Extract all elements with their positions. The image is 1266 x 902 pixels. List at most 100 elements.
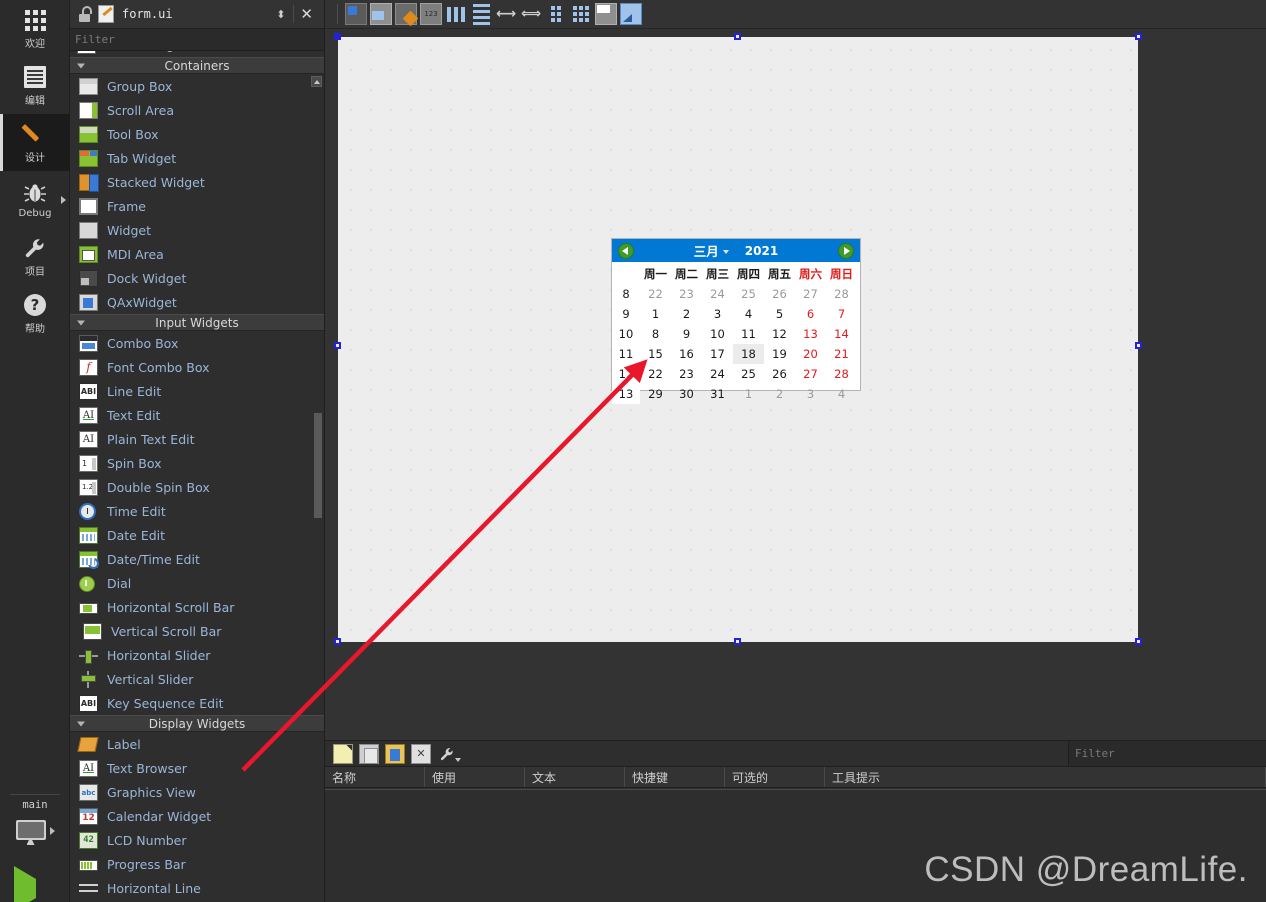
- calendar-day[interactable]: 25: [733, 284, 764, 304]
- widget-item-combo-box[interactable]: Combo Box: [70, 331, 324, 355]
- scrollbar-thumb[interactable]: [314, 413, 322, 518]
- widget-item-lcd-number[interactable]: 42 LCD Number: [70, 828, 324, 852]
- widget-item-vertical-slider[interactable]: Vertical Slider: [70, 667, 324, 691]
- widget-item-dial[interactable]: Dial: [70, 571, 324, 595]
- calendar-day[interactable]: 3: [795, 384, 826, 404]
- new-action-button[interactable]: [333, 743, 353, 764]
- target-selector-button[interactable]: [0, 811, 70, 851]
- widget-item-qaxwidget[interactable]: QAxWidget: [70, 290, 324, 314]
- calendar-day[interactable]: 27: [795, 364, 826, 384]
- calendar-day[interactable]: 12: [764, 324, 795, 344]
- run-button[interactable]: [0, 866, 70, 902]
- splitter-horizontal-button[interactable]: ⟷: [495, 3, 517, 25]
- widget-item-key-sequence-edit[interactable]: ABI Key Sequence Edit: [70, 691, 324, 715]
- paste-action-button[interactable]: [385, 743, 405, 764]
- widget-list[interactable]: Table Widget Containers Group Box Scroll…: [70, 51, 324, 902]
- form-canvas[interactable]: 三月 2021 周一 周二 周三 周四 周五 周六 周日 8 22 23 24 …: [325, 29, 1266, 740]
- column-header-checkable[interactable]: 可选的: [725, 767, 825, 787]
- column-header-shortcut[interactable]: 快捷键: [625, 767, 725, 787]
- layout-form-button[interactable]: [545, 3, 567, 25]
- calendar-day[interactable]: 21: [826, 344, 857, 364]
- calendar-day[interactable]: 19: [764, 344, 795, 364]
- calendar-day[interactable]: 24: [702, 364, 733, 384]
- resize-handle-top-left[interactable]: [334, 33, 341, 40]
- edit-buddies-button[interactable]: [395, 3, 417, 25]
- widget-item-dock-widget[interactable]: Dock Widget: [70, 266, 324, 290]
- mode-help[interactable]: ? 帮助: [0, 285, 70, 342]
- scroll-up-button[interactable]: [311, 76, 322, 87]
- calendar-day[interactable]: 26: [764, 284, 795, 304]
- widget-item-text-edit[interactable]: AI Text Edit: [70, 403, 324, 427]
- edit-widgets-button[interactable]: [345, 3, 367, 25]
- calendar-day-selected[interactable]: 18: [733, 344, 764, 364]
- chevron-right-icon[interactable]: [61, 195, 66, 204]
- widget-item-double-spin-box[interactable]: 1.2 Double Spin Box: [70, 475, 324, 499]
- column-header-name[interactable]: 名称: [325, 767, 425, 787]
- calendar-day[interactable]: 22: [640, 364, 671, 384]
- mode-debug[interactable]: Debug: [0, 171, 70, 228]
- splitter-vertical-button[interactable]: ⟺: [520, 3, 542, 25]
- widget-item-horizontal-slider[interactable]: Horizontal Slider: [70, 643, 324, 667]
- edit-tab-order-button[interactable]: 123: [420, 3, 442, 25]
- calendar-day[interactable]: 15: [640, 344, 671, 364]
- layout-horizontally-button[interactable]: [445, 3, 467, 25]
- calendar-day[interactable]: 2: [671, 304, 702, 324]
- resize-handle-middle-right[interactable]: [1135, 342, 1142, 349]
- resize-handle-bottom-right[interactable]: [1135, 638, 1142, 645]
- widget-item-widget[interactable]: Widget: [70, 218, 324, 242]
- widget-item-line-edit[interactable]: ABI Line Edit: [70, 379, 324, 403]
- calendar-widget[interactable]: 三月 2021 周一 周二 周三 周四 周五 周六 周日 8 22 23 24 …: [611, 238, 861, 404]
- widget-item-time-edit[interactable]: Time Edit: [70, 499, 324, 523]
- mode-projects[interactable]: 项目: [0, 228, 70, 285]
- calendar-day[interactable]: 3: [702, 304, 733, 324]
- widget-item-plain-text-edit[interactable]: AI Plain Text Edit: [70, 427, 324, 451]
- widget-item-group-box[interactable]: Group Box: [70, 74, 324, 98]
- calendar-day[interactable]: 14: [826, 324, 857, 344]
- arrow-right-circle-icon[interactable]: [838, 242, 854, 259]
- mode-design[interactable]: 设计: [0, 114, 70, 171]
- resize-handle-bottom-left[interactable]: [334, 638, 341, 645]
- mode-welcome[interactable]: 欢迎: [0, 0, 70, 57]
- widget-item-date-time-edit[interactable]: Date/Time Edit: [70, 547, 324, 571]
- unlock-icon[interactable]: [77, 6, 93, 22]
- widget-item-mdi-area[interactable]: MDI Area: [70, 242, 324, 266]
- widget-item-label[interactable]: Label: [70, 732, 324, 756]
- calendar-day[interactable]: 13: [795, 324, 826, 344]
- column-header-used[interactable]: 使用: [425, 767, 525, 787]
- adjust-size-button[interactable]: [620, 3, 642, 25]
- mode-edit[interactable]: 编辑: [0, 57, 70, 114]
- calendar-day[interactable]: 26: [764, 364, 795, 384]
- delete-action-button[interactable]: ✕: [411, 743, 431, 764]
- form-widget[interactable]: 三月 2021 周一 周二 周三 周四 周五 周六 周日 8 22 23 24 …: [334, 33, 1142, 645]
- calendar-day[interactable]: 23: [671, 364, 702, 384]
- calendar-day[interactable]: 30: [671, 384, 702, 404]
- widget-group-display-widgets[interactable]: Display Widgets: [70, 715, 324, 732]
- arrow-left-circle-icon[interactable]: [618, 242, 634, 259]
- layout-grid-button[interactable]: [570, 3, 592, 25]
- column-header-text[interactable]: 文本: [525, 767, 625, 787]
- edit-signals-slots-button[interactable]: [370, 3, 392, 25]
- calendar-day[interactable]: 22: [640, 284, 671, 304]
- calendar-day[interactable]: 20: [795, 344, 826, 364]
- widget-item-horizontal-scroll-bar[interactable]: Horizontal Scroll Bar: [70, 595, 324, 619]
- calendar-day[interactable]: 5: [764, 304, 795, 324]
- widget-item-font-combo-box[interactable]: f Font Combo Box: [70, 355, 324, 379]
- calendar-day[interactable]: 9: [671, 324, 702, 344]
- calendar-year-selector[interactable]: 2021: [745, 244, 778, 258]
- widget-item-horizontal-line[interactable]: Horizontal Line: [70, 876, 324, 900]
- calendar-day[interactable]: 27: [795, 284, 826, 304]
- calendar-day[interactable]: 28: [826, 284, 857, 304]
- widget-item-calendar-widget[interactable]: 12 Calendar Widget: [70, 804, 324, 828]
- calendar-grid[interactable]: 周一 周二 周三 周四 周五 周六 周日 8 22 23 24 25 26 27…: [612, 262, 860, 404]
- calendar-day[interactable]: 2: [764, 384, 795, 404]
- widget-item-progress-bar[interactable]: Progress Bar: [70, 852, 324, 876]
- calendar-day[interactable]: 17: [702, 344, 733, 364]
- calendar-day[interactable]: 24: [702, 284, 733, 304]
- open-file-name[interactable]: form.ui: [122, 7, 268, 21]
- resize-handle-bottom-center[interactable]: [734, 638, 741, 645]
- calendar-day[interactable]: 29: [640, 384, 671, 404]
- widget-group-input-widgets[interactable]: Input Widgets: [70, 314, 324, 331]
- calendar-day[interactable]: 16: [671, 344, 702, 364]
- widget-item-stacked-widget[interactable]: Stacked Widget: [70, 170, 324, 194]
- widget-item-date-edit[interactable]: Date Edit: [70, 523, 324, 547]
